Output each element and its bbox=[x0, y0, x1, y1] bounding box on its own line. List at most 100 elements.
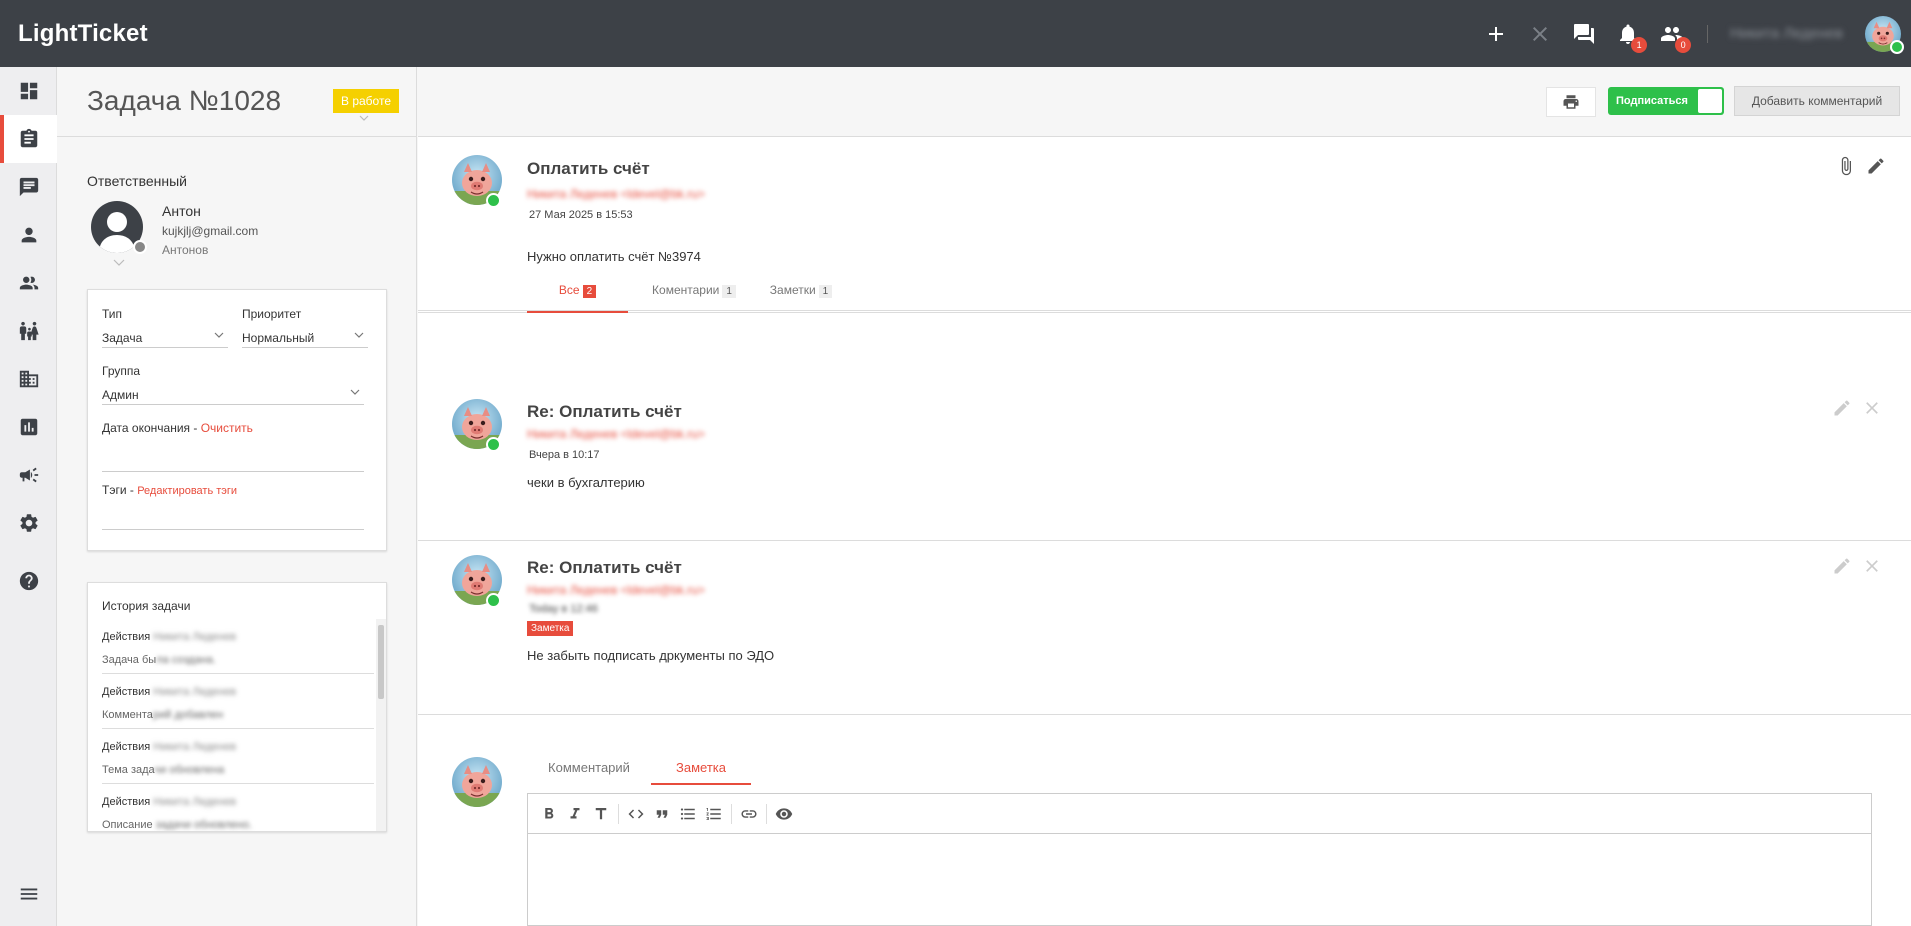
nav-tasks-icon[interactable] bbox=[0, 115, 57, 163]
note-author[interactable]: Никита Леденев <ldevel@bk.ru> bbox=[527, 583, 705, 597]
group-select[interactable]: Админ bbox=[102, 383, 364, 405]
tab-comments[interactable]: Коментарии 1 bbox=[642, 283, 746, 313]
composer-tab-comment[interactable]: Комментарий bbox=[527, 752, 651, 785]
nav-contacts-icon[interactable] bbox=[0, 259, 57, 307]
nav-company-icon[interactable] bbox=[0, 355, 57, 403]
nav-menu-icon[interactable] bbox=[0, 870, 57, 918]
italic-icon[interactable] bbox=[562, 801, 588, 827]
responsible-label: Ответственный bbox=[87, 173, 187, 189]
markdown-editor bbox=[527, 793, 1872, 926]
nav-messages-icon[interactable] bbox=[0, 163, 57, 211]
bulleted-list-icon[interactable] bbox=[675, 801, 701, 827]
editor-textarea[interactable] bbox=[528, 834, 1871, 926]
comment-body: чеки в бухгалтерию bbox=[527, 475, 645, 490]
plus-icon[interactable] bbox=[1481, 19, 1511, 49]
edit-pencil-icon[interactable] bbox=[1831, 555, 1853, 577]
attachment-icon[interactable] bbox=[1835, 155, 1857, 177]
nav-dashboard-icon[interactable] bbox=[0, 67, 57, 115]
tab-notes[interactable]: Заметки 1 bbox=[758, 283, 844, 313]
history-description: Тема задачи обновлена bbox=[102, 764, 224, 776]
edit-tags-link[interactable]: Редактировать тэги bbox=[137, 485, 237, 497]
close-icon[interactable] bbox=[1525, 19, 1555, 49]
tags-input[interactable] bbox=[102, 502, 364, 530]
due-date-input[interactable] bbox=[102, 442, 364, 472]
responsible-email: kujkjlj@gmail.com bbox=[162, 224, 259, 238]
history-action-label: Действия bbox=[102, 796, 151, 808]
app-logo[interactable]: LightTicket bbox=[18, 20, 148, 48]
subscribe-toggle[interactable]: Подписаться bbox=[1608, 87, 1724, 115]
history-scroll-thumb[interactable] bbox=[378, 625, 384, 699]
history-list: Действия Никита Леденев Задача была созд… bbox=[88, 619, 374, 831]
comment-date: Вчера в 10:17 bbox=[529, 449, 600, 461]
online-indicator bbox=[486, 193, 501, 208]
link-icon[interactable] bbox=[736, 801, 762, 827]
nav-announcements-icon[interactable] bbox=[0, 451, 57, 499]
subscribe-label: Подписаться bbox=[1616, 95, 1688, 107]
note-body: Не забыть подписать дркументы по ЭДО bbox=[527, 648, 775, 663]
chat-icon[interactable] bbox=[1569, 19, 1599, 49]
note-title: Re: Оплатить счёт bbox=[527, 558, 682, 577]
post-author[interactable]: Никита Леденев <ldevel@bk.ru> bbox=[527, 187, 705, 201]
history-desc-text: Задача бы bbox=[102, 654, 157, 666]
tab-all-count: 2 bbox=[582, 285, 597, 298]
type-select[interactable]: Задача bbox=[102, 326, 228, 348]
nav-reports-icon[interactable] bbox=[0, 403, 57, 451]
delete-close-icon[interactable] bbox=[1861, 397, 1883, 419]
numbered-list-icon[interactable] bbox=[701, 801, 727, 827]
history-user: Никита Леденев bbox=[153, 631, 237, 643]
history-description: Описание задачи обновлено. bbox=[102, 819, 252, 831]
tab-comments-count: 1 bbox=[722, 285, 736, 298]
comment-author[interactable]: Никита Леденев <ldevel@bk.ru> bbox=[527, 427, 705, 441]
printer-icon bbox=[1563, 95, 1579, 109]
delete-close-icon[interactable] bbox=[1861, 555, 1883, 577]
edit-pencil-icon[interactable] bbox=[1831, 397, 1853, 419]
code-icon[interactable] bbox=[623, 801, 649, 827]
nav-settings-gear-icon[interactable] bbox=[0, 499, 57, 547]
due-date-label: Дата окончания - Очистить bbox=[102, 421, 253, 435]
current-user-name[interactable]: Никита Леденев bbox=[1730, 25, 1843, 42]
status-chevron-down-icon[interactable] bbox=[359, 113, 369, 123]
comment-item: Re: Оплатить счёт Никита Леденев <ldevel… bbox=[418, 367, 1911, 541]
note-badge: Заметка bbox=[527, 621, 574, 636]
post-actions bbox=[1827, 155, 1887, 177]
users-icon[interactable]: 0 bbox=[1657, 19, 1692, 53]
quote-icon[interactable] bbox=[649, 801, 675, 827]
history-action-label: Действия bbox=[102, 741, 151, 753]
task-title: Задача №1028 bbox=[87, 85, 282, 116]
priority-select[interactable]: Нормальный bbox=[242, 326, 368, 348]
history-action: Действия Никита Леденев bbox=[102, 631, 236, 643]
nav-help-icon[interactable] bbox=[0, 557, 57, 605]
edit-pencil-icon[interactable] bbox=[1865, 155, 1887, 177]
history-user: Никита Леденев bbox=[153, 686, 237, 698]
print-button[interactable] bbox=[1546, 87, 1596, 117]
priority-value: Нормальный bbox=[242, 331, 315, 345]
history-scrollbar[interactable] bbox=[376, 619, 386, 831]
composer-avatar bbox=[452, 757, 502, 807]
priority-label: Приоритет bbox=[242, 307, 302, 321]
left-nav bbox=[0, 67, 57, 926]
history-desc-text: Тема зада bbox=[102, 764, 155, 776]
toolbar-divider bbox=[731, 803, 732, 824]
bold-icon[interactable] bbox=[536, 801, 562, 827]
history-action: Действия Никита Леденев bbox=[102, 686, 236, 698]
heading-icon[interactable] bbox=[588, 801, 614, 827]
editor-toolbar bbox=[528, 794, 1871, 834]
responsible-chevron-down-icon[interactable] bbox=[113, 257, 125, 267]
history-action: Действия Никита Леденев bbox=[102, 796, 236, 808]
feed-tabs: Все 2 Коментарии 1 Заметки 1 bbox=[418, 253, 1911, 313]
group-label: Группа bbox=[102, 364, 141, 378]
task-history-panel: История задачи Действия Никита Леденев З… bbox=[87, 582, 387, 832]
preview-eye-icon[interactable] bbox=[771, 801, 797, 827]
nav-people-icon[interactable] bbox=[0, 307, 57, 355]
status-badge[interactable]: В работе bbox=[333, 89, 400, 113]
add-comment-button[interactable]: Добавить комментарий bbox=[1734, 86, 1900, 116]
history-desc-blurred: чи обновлена bbox=[154, 764, 225, 776]
current-user-avatar[interactable] bbox=[1865, 16, 1904, 54]
notifications-badge: 1 bbox=[1631, 36, 1648, 53]
composer-tab-note[interactable]: Заметка bbox=[651, 752, 751, 785]
due-date-clear-link[interactable]: Очистить bbox=[201, 421, 253, 435]
notifications-icon[interactable]: 1 bbox=[1613, 19, 1648, 53]
nav-profile-icon[interactable] bbox=[0, 211, 57, 259]
online-indicator bbox=[486, 593, 501, 608]
tab-all[interactable]: Все 2 bbox=[527, 283, 628, 313]
